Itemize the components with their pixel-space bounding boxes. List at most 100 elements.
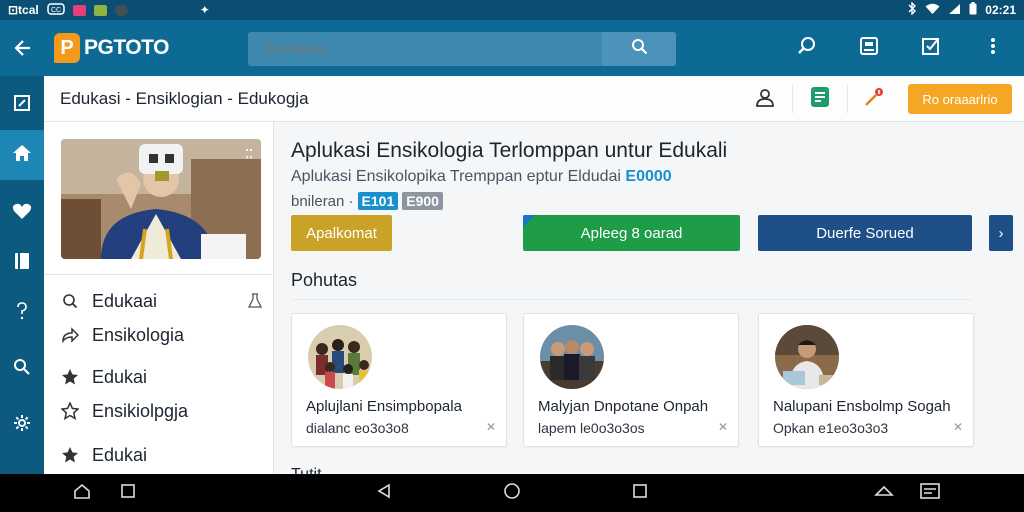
side-nav-list: Edukaai Ensikologia Edukai Ensikiolpgja [44,284,273,472]
cta-button[interactable]: Ro oraaarlrio [908,84,1012,114]
card-meta: lapem le0o3o3os [538,420,645,436]
rail-item-library[interactable] [0,238,44,288]
help-icon [15,301,29,326]
notes-button[interactable] [803,82,837,116]
top-search-button[interactable] [776,20,838,76]
rating-badge: E101 [357,192,399,210]
search-icon [797,36,817,61]
rail-item-home[interactable] [0,130,44,180]
settings-icon [13,414,31,437]
breadcrumb: Edukasi - Ensiklogian - Edukogja [60,88,309,108]
content-card[interactable]: Aplujlani Ensimpbopala dialanc eo3o3o8 ✕ [291,313,507,447]
nav-recents-button[interactable] [620,474,660,512]
search-icon [13,358,31,381]
book-icon [13,252,31,275]
page-title: Aplukasi Ensikologia Terlomppan untur Ed… [291,139,728,162]
count-badge: E900 [402,192,443,210]
divider [291,299,973,300]
wifi-icon [925,3,940,18]
card-title: Nalupani Ensbolmp Sogah [773,398,951,415]
side-nav-item-ensikologia[interactable]: Ensikologia [44,318,273,352]
rail-item-search[interactable] [0,344,44,394]
next-button[interactable]: › [989,215,1013,251]
back-triangle-icon [376,483,392,504]
top-checkbox-button[interactable] [900,20,962,76]
square-icon [120,483,136,504]
star-icon [60,367,80,387]
main-content: Aplukasi Ensikologia Terlomppan untur Ed… [274,122,1024,474]
thumbnail-menu-icon[interactable]: ⁚⁚ [245,147,253,161]
breadcrumb-bar: Edukasi - Ensiklogian - Edukogja Ro oraa… [44,76,1024,122]
close-icon[interactable]: ✕ [718,420,728,434]
person-icon [755,87,775,112]
card-meta: dialanc eo3o3o8 [306,420,409,436]
side-nav-item-edukaai[interactable]: Edukaai [44,284,273,318]
cc-icon: CC [46,2,65,18]
avatar [775,325,839,389]
nav-home-button[interactable] [492,474,532,512]
divider [792,85,793,113]
side-nav-label: Ensikiolpgja [92,400,189,421]
side-nav-item-edukai[interactable]: Edukai [44,360,273,394]
search-icon [60,291,80,311]
search-button[interactable] [602,32,676,66]
subtitle-highlight: E0000 [625,168,672,185]
subtitle-text: Aplukasi Ensikolopika Tremppan eptur Eld… [291,168,621,185]
nav-square-button[interactable] [108,474,148,512]
top-scan-button[interactable] [838,20,900,76]
app-logo[interactable]: P PGTOTO [54,33,169,63]
share-icon [60,325,80,345]
featured-thumbnail[interactable]: ⁚⁚ [61,139,261,259]
home-circle-icon [503,482,521,505]
close-icon[interactable]: ✕ [953,420,963,434]
home-outline-icon [73,483,91,504]
signal-icon [948,3,961,18]
divider [44,274,273,275]
side-nav-label: Edukaai [92,290,158,311]
card-title: Aplujlani Ensimpbopala [306,398,462,415]
primary-action-button[interactable]: Apalkomat [291,215,392,251]
section-heading-partial: Tutit [291,466,322,474]
search-bar [248,32,676,66]
status-bar: ⊡tcal CC ✦ 02:21 [0,0,1024,20]
home-icon [12,144,32,167]
nav-home-outline-button[interactable] [62,474,102,512]
more-vert-icon [990,37,996,60]
side-nav-item-ensikiolpgja[interactable]: Ensikiolpgja [44,394,273,428]
rail-item-edit[interactable] [0,80,44,130]
profile-button[interactable] [748,82,782,116]
star-outline-icon [60,401,80,421]
side-nav-item-edukai-2[interactable]: Edukai [44,438,273,472]
checkbox-icon [921,36,941,61]
app-bar: P PGTOTO [0,20,1024,76]
nav-keyboard-button[interactable] [910,474,950,512]
edit-icon [13,94,31,117]
app-icon-dark [114,4,128,16]
rail-item-help[interactable] [0,288,44,338]
left-panel: ⁚⁚ Edukaai Ensikologia Edukai Ensikiolpg… [44,122,274,474]
side-nav-label: Edukai [92,444,148,465]
page-subtitle: Aplukasi Ensikolopika Tremppan eptur Eld… [291,168,672,186]
content-card[interactable]: Malyjan Dnpotane Onpah lapem le0o3o3os ✕ [523,313,739,447]
nav-back-button[interactable] [364,474,404,512]
rail-item-settings[interactable] [0,400,44,450]
content-card[interactable]: Nalupani Ensbolmp Sogah Opkan e1eo3o3o3 … [758,313,974,447]
app-meta: bnileran · E101 E900 [291,192,443,210]
avatar [540,325,604,389]
wand-button[interactable] [858,82,892,116]
recents-icon [632,483,648,504]
nav-up-button[interactable] [864,474,904,512]
green-action-button[interactable]: Apleeg 8 oarad [523,215,740,251]
navy-action-button[interactable]: Duerfe Sorued [758,215,972,251]
card-title: Malyjan Dnpotane Onpah [538,398,709,415]
more-options-button[interactable] [962,20,1024,76]
app-icon-pink [72,4,86,16]
back-arrow-icon[interactable] [0,20,46,76]
logo-mark-icon: P [54,33,80,63]
section-title: Pohutas [291,270,358,290]
flask-icon[interactable] [247,293,263,314]
search-input[interactable] [248,32,598,66]
keyboard-icon [920,482,940,504]
close-icon[interactable]: ✕ [486,420,496,434]
rail-item-favorites[interactable] [0,188,44,238]
